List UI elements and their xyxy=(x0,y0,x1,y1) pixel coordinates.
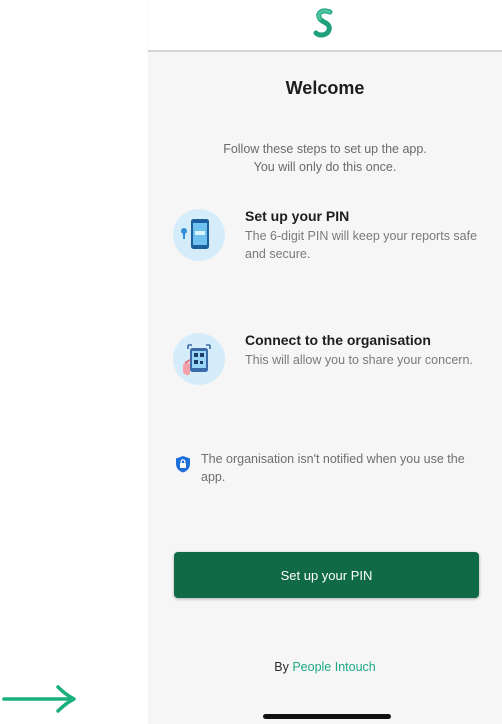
intro-line-1: Follow these steps to set up the app. xyxy=(223,142,427,156)
footer-prefix: By xyxy=(274,660,289,674)
page-title: Welcome xyxy=(285,78,365,98)
people-intouch-link[interactable]: People Intouch xyxy=(292,660,375,674)
step-description: The 6-digit PIN will keep your reports s… xyxy=(245,229,478,261)
shield-lock-icon xyxy=(176,456,190,473)
step-title: Set up your PIN xyxy=(245,208,350,224)
home-indicator xyxy=(263,714,391,719)
right-arrow-icon xyxy=(2,685,76,713)
footer-credit: By People Intouch xyxy=(148,660,502,674)
step-title: Connect to the organisation xyxy=(245,332,431,348)
app-header xyxy=(148,0,502,52)
welcome-screen: Welcome Follow these steps to set up the… xyxy=(148,52,502,724)
intro-line-2: You will only do this once. xyxy=(253,160,397,174)
step-description: This will allow you to share your concer… xyxy=(245,353,473,367)
s-logo-icon xyxy=(313,8,333,38)
notice-text: The organisation isn't notified when you… xyxy=(201,452,465,484)
qr-scan-icon xyxy=(173,333,225,385)
intro-text: Follow these steps to set up the app. Yo… xyxy=(168,140,482,176)
set-up-pin-button[interactable]: Set up your PIN xyxy=(174,552,479,598)
phone-pin-icon xyxy=(173,209,225,261)
